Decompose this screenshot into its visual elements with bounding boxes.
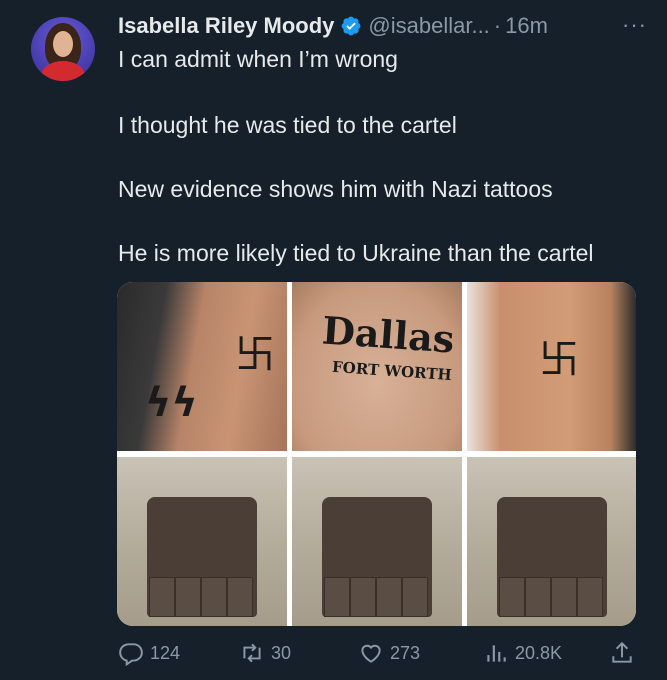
tweet-line: He is more likely tied to Ukraine than t… bbox=[118, 240, 594, 266]
share-icon bbox=[612, 641, 632, 663]
like-count: 273 bbox=[390, 642, 421, 663]
heart-icon bbox=[361, 644, 381, 663]
author-handle[interactable]: @isabellar... bbox=[368, 13, 489, 39]
tattoo-mark: ϟϟ bbox=[145, 380, 198, 426]
view-count: 20.8K bbox=[515, 642, 563, 663]
tweet-header: Isabella Riley Moody @isabellar... · 16m… bbox=[118, 12, 647, 40]
tattoo-text-fort-worth: FORT WORTH bbox=[331, 357, 453, 385]
author-name[interactable]: Isabella Riley Moody bbox=[118, 13, 334, 39]
tattoo-text-dallas: Dallas bbox=[320, 307, 456, 362]
views-icon bbox=[487, 645, 506, 662]
tactical-vest-photo[interactable] bbox=[292, 457, 462, 626]
avatar[interactable] bbox=[31, 17, 95, 81]
action-bar: 124 30 273 20.8K bbox=[118, 638, 633, 668]
separator-dot: · bbox=[493, 13, 502, 38]
retweet-count: 30 bbox=[271, 642, 292, 663]
share-button[interactable] bbox=[609, 638, 641, 668]
tactical-vest-photo[interactable] bbox=[467, 457, 636, 626]
reply-button[interactable]: 124 bbox=[118, 638, 180, 668]
tattoo-chest-photo[interactable]: 卐 bbox=[467, 282, 636, 451]
retweet-icon bbox=[243, 643, 261, 663]
like-button[interactable]: 273 bbox=[358, 638, 420, 668]
tattoo-chest-dallas-photo[interactable]: Dallas FORT WORTH bbox=[292, 282, 462, 451]
tweet-line: I can admit when I’m wrong bbox=[118, 46, 398, 72]
views-button[interactable]: 20.8K bbox=[483, 638, 562, 668]
tweet-line: New evidence shows him with Nazi tattoos bbox=[118, 176, 553, 202]
tattoo-arm-photo[interactable]: 卐 ϟϟ bbox=[117, 282, 287, 451]
reply-icon bbox=[119, 643, 143, 666]
media-grid[interactable]: 卐 ϟϟ Dallas FORT WORTH 卐 bbox=[117, 282, 636, 626]
verified-badge-icon bbox=[340, 15, 362, 37]
vest-shape bbox=[147, 497, 257, 617]
tactical-vest-photo[interactable] bbox=[117, 457, 287, 626]
vest-shape bbox=[497, 497, 607, 617]
tattoo-mark: 卐 bbox=[539, 338, 579, 382]
tattoo-mark: 卐 bbox=[235, 333, 275, 377]
avatar-face bbox=[53, 31, 73, 57]
retweet-button[interactable]: 30 bbox=[239, 638, 291, 668]
reply-count: 124 bbox=[150, 642, 181, 663]
timestamp[interactable]: 16m bbox=[505, 13, 548, 39]
more-options-icon[interactable]: ··· bbox=[622, 12, 647, 38]
tweet-line: I thought he was tied to the cartel bbox=[118, 112, 457, 138]
avatar-body bbox=[41, 61, 85, 81]
vest-shape bbox=[322, 497, 432, 617]
